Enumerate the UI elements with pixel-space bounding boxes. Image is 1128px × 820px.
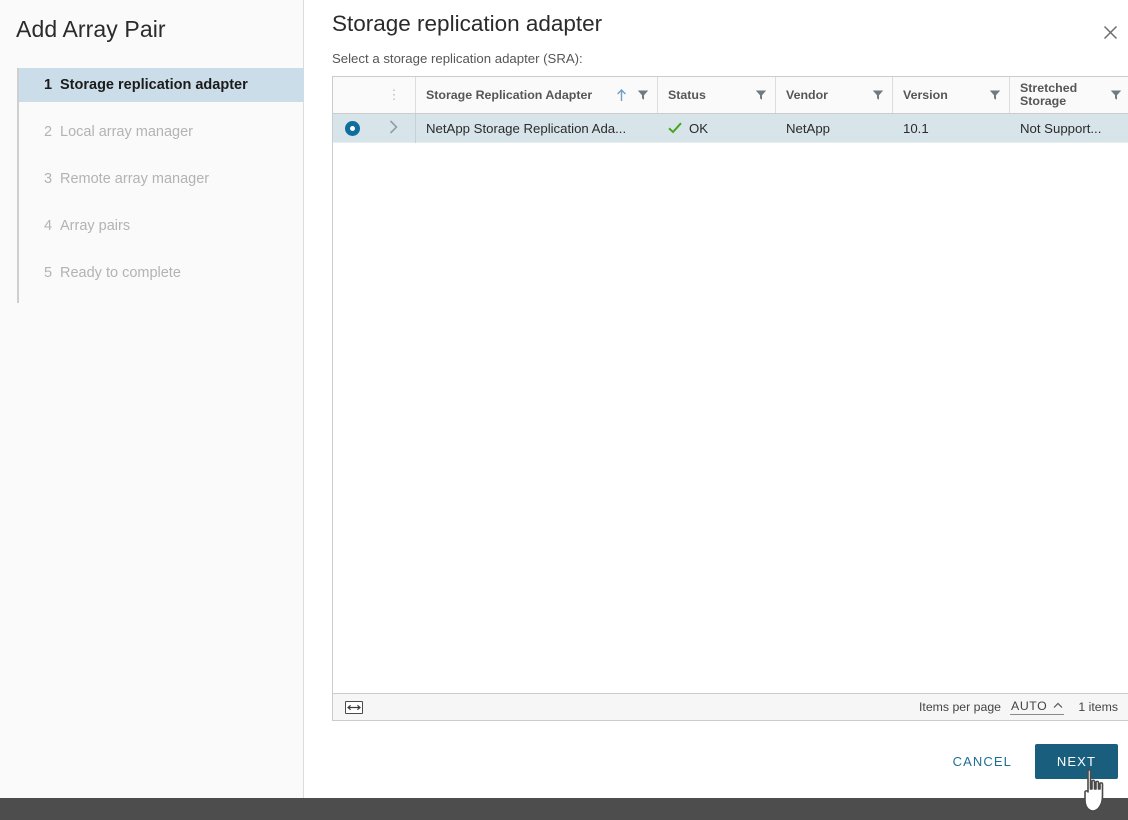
column-width-icon[interactable]: [345, 700, 363, 714]
datagrid-header-row: ⋮ Storage Replication Adapter Status Ven…: [333, 77, 1128, 114]
wizard-title: Add Array Pair: [16, 16, 166, 42]
step-label: Remote array manager: [60, 171, 210, 187]
step-label: Ready to complete: [60, 265, 181, 281]
column-header-label: Vendor: [786, 88, 828, 102]
cell-vendor: NetApp: [786, 120, 830, 136]
filter-funnel-icon[interactable]: [755, 89, 767, 101]
column-header-expand-glyph: ⋮: [387, 87, 401, 102]
step-label: Local array manager: [60, 124, 193, 140]
cell-status: OK: [658, 121, 776, 136]
column-header-label: Storage Replication Adapter: [426, 88, 593, 102]
step-label: Array pairs: [60, 218, 131, 234]
wizard-step-ready-to-complete[interactable]: 5 Ready to complete: [19, 256, 304, 290]
sort-ascending-icon[interactable]: [616, 88, 627, 102]
check-ok-icon: [668, 122, 682, 134]
items-per-page-select[interactable]: AUTO: [1010, 699, 1065, 715]
cell-status-text: OK: [689, 120, 709, 136]
page-title: Storage replication adapter: [332, 11, 603, 36]
caret-up-icon: [1053, 701, 1063, 712]
step-number: 3: [44, 171, 53, 187]
pagination-controls: Items per page AUTO 1 items: [919, 699, 1118, 715]
column-header-label: Status: [668, 88, 706, 102]
chevron-right-icon: [389, 119, 398, 137]
column-header-label: Version: [903, 88, 948, 102]
column-header-expand: ⋮: [371, 77, 416, 113]
wizard-step-local-array-manager[interactable]: 2 Local array manager: [19, 115, 304, 149]
sra-datagrid: ⋮ Storage Replication Adapter Status Ven…: [332, 76, 1128, 721]
cancel-button[interactable]: CANCEL: [938, 745, 1027, 778]
items-count: 1 items: [1078, 700, 1118, 714]
close-icon[interactable]: [1096, 18, 1124, 46]
filter-funnel-icon[interactable]: [637, 89, 649, 101]
wizard-sidebar: Add Array Pair 1 Storage replication ada…: [0, 0, 304, 798]
wizard-step-list: 1 Storage replication adapter 2 Local ar…: [17, 68, 304, 303]
cell-version: 10.1: [903, 120, 929, 136]
system-taskbar: [0, 798, 1128, 820]
filter-funnel-icon[interactable]: [989, 89, 1001, 101]
column-header-vendor[interactable]: Vendor: [776, 77, 893, 113]
table-row[interactable]: NetApp Storage Replication Ada... OK Net…: [333, 114, 1128, 143]
step-number: 4: [44, 218, 53, 234]
items-per-page-label: Items per page: [918, 700, 1002, 714]
cell-adapter-name: NetApp Storage Replication Ada...: [426, 120, 627, 136]
wizard-step-remote-array-manager[interactable]: 3 Remote array manager: [19, 162, 304, 196]
column-header-status[interactable]: Status: [658, 77, 776, 113]
wizard-step-storage-replication-adapter[interactable]: 1 Storage replication adapter: [19, 68, 304, 102]
column-header-storage-replication-adapter[interactable]: Storage Replication Adapter: [416, 77, 658, 113]
filter-funnel-icon[interactable]: [1110, 89, 1122, 101]
column-header-select: [333, 77, 371, 113]
column-header-version[interactable]: Version: [893, 77, 1010, 113]
cell-stretched-storage: Not Support...: [1020, 120, 1102, 136]
step-number: 1: [44, 77, 53, 93]
step-label: Storage replication adapter: [60, 77, 248, 93]
wizard-step-array-pairs[interactable]: 4 Array pairs: [19, 209, 304, 243]
add-array-pair-wizard: Add Array Pair 1 Storage replication ada…: [0, 0, 1128, 820]
row-expand-toggle[interactable]: [371, 114, 416, 143]
items-per-page-value: AUTO: [1011, 699, 1048, 713]
wizard-content: Storage replication adapter Select a sto…: [305, 0, 1128, 798]
step-number: 2: [44, 124, 53, 140]
row-radio-button[interactable]: [333, 120, 371, 136]
datagrid-body: NetApp Storage Replication Ada... OK Net…: [333, 114, 1128, 693]
column-header-stretched-storage[interactable]: Stretched Storage: [1010, 77, 1128, 113]
filter-funnel-icon[interactable]: [872, 89, 884, 101]
datagrid-footer: Items per page AUTO 1 items: [333, 693, 1128, 720]
wizard-button-row: CANCEL NEXT: [938, 744, 1118, 779]
column-header-label: Stretched Storage: [1020, 81, 1078, 108]
radio-selected-icon: [344, 120, 360, 136]
page-subtitle: Select a storage replication adapter (SR…: [332, 51, 583, 66]
step-number: 5: [44, 265, 53, 281]
next-button[interactable]: NEXT: [1034, 744, 1118, 779]
